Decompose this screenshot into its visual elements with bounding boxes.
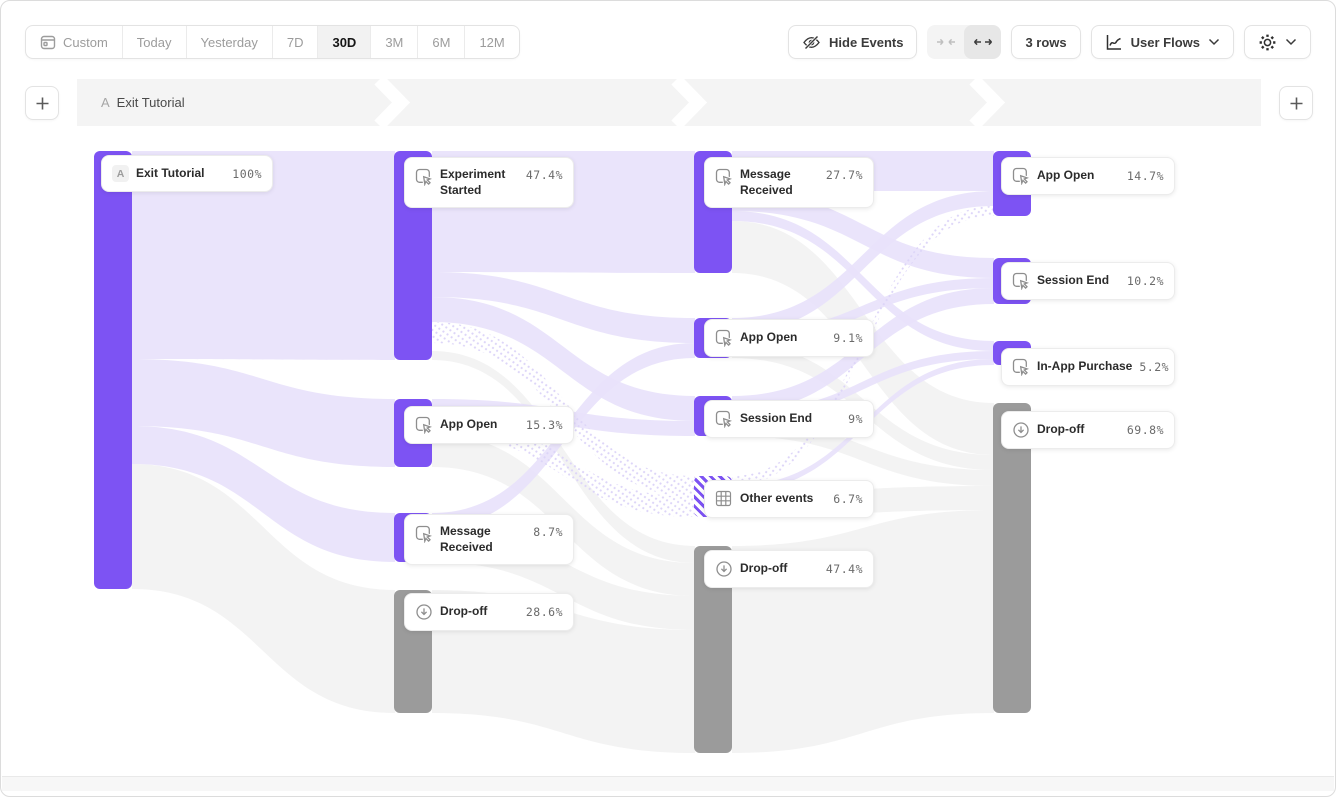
event-icon (1012, 167, 1030, 185)
event-icon (1012, 272, 1030, 290)
node-label: Other events (740, 491, 826, 507)
node-value: 6.7% (833, 492, 863, 506)
node-card-app-open[interactable]: App Open 9.1% (704, 319, 874, 357)
node-card-app-open[interactable]: App Open 15.3% (404, 406, 574, 444)
event-icon (415, 168, 433, 186)
node-label: App Open (740, 330, 826, 346)
node-label: Drop-off (1037, 422, 1120, 438)
node-value: 5.2% (1139, 360, 1169, 374)
app-window: Custom Today Yesterday 7D 30D 3M 6M 12M (0, 0, 1336, 797)
node-label: Exit Tutorial (136, 166, 225, 182)
node-card-drop-off[interactable]: Drop-off 69.8% (1001, 411, 1175, 449)
node-card-message-received[interactable]: Message Received 8.7% (404, 514, 574, 565)
event-icon (415, 525, 433, 543)
event-icon (415, 416, 433, 434)
node-value: 10.2% (1127, 274, 1164, 288)
node-value: 15.3% (526, 418, 563, 432)
event-icon (715, 410, 733, 428)
node-value: 8.7% (533, 525, 563, 539)
dropoff-icon (415, 603, 433, 621)
node-card-session-end[interactable]: Session End 9% (704, 400, 874, 438)
node-card-other-events[interactable]: Other events 6.7% (704, 480, 874, 518)
node-value: 27.7% (826, 168, 863, 182)
sankey-flow-ribbons (1, 1, 1336, 797)
node-card-experiment-started[interactable]: Experiment Started 47.4% (404, 157, 574, 208)
node-card-session-end[interactable]: Session End 10.2% (1001, 262, 1175, 300)
node-value: 28.6% (526, 605, 563, 619)
dropoff-icon (715, 560, 733, 578)
node-value: 69.8% (1127, 423, 1164, 437)
dropoff-icon (1012, 421, 1030, 439)
node-badge: A (112, 165, 129, 182)
node-label: Experiment Started (440, 167, 519, 198)
node-label: Session End (740, 411, 841, 427)
node-card-drop-off[interactable]: Drop-off 28.6% (404, 593, 574, 631)
node-value: 47.4% (526, 168, 563, 182)
node-card-app-open[interactable]: App Open 14.7% (1001, 157, 1175, 195)
node-label: Message Received (740, 167, 819, 198)
node-bar-drop-off[interactable] (993, 403, 1031, 713)
node-value: 9% (848, 412, 863, 426)
event-icon (715, 168, 733, 186)
node-value: 100% (232, 167, 262, 181)
node-label: In-App Purchase (1037, 359, 1132, 375)
node-label: App Open (1037, 168, 1120, 184)
bottom-scrollbar-track[interactable] (2, 776, 1334, 791)
node-value: 14.7% (1127, 169, 1164, 183)
node-label: Message Received (440, 524, 526, 555)
node-label: App Open (440, 417, 519, 433)
node-bar-exit-tutorial[interactable] (94, 151, 132, 589)
node-card-message-received[interactable]: Message Received 27.7% (704, 157, 874, 208)
sankey-canvas: A Exit Tutorial 100% Experiment Started … (1, 1, 1335, 796)
event-icon (715, 329, 733, 347)
event-icon (1012, 358, 1030, 376)
node-card-drop-off[interactable]: Drop-off 47.4% (704, 550, 874, 588)
grid-icon (715, 490, 733, 508)
node-card-in-app-purchase[interactable]: In-App Purchase 5.2% (1001, 348, 1175, 386)
node-label: Drop-off (440, 604, 519, 620)
node-value: 9.1% (833, 331, 863, 345)
node-value: 47.4% (826, 562, 863, 576)
node-card-exit-tutorial[interactable]: A Exit Tutorial 100% (101, 155, 273, 192)
node-label: Drop-off (740, 561, 819, 577)
node-label: Session End (1037, 273, 1120, 289)
